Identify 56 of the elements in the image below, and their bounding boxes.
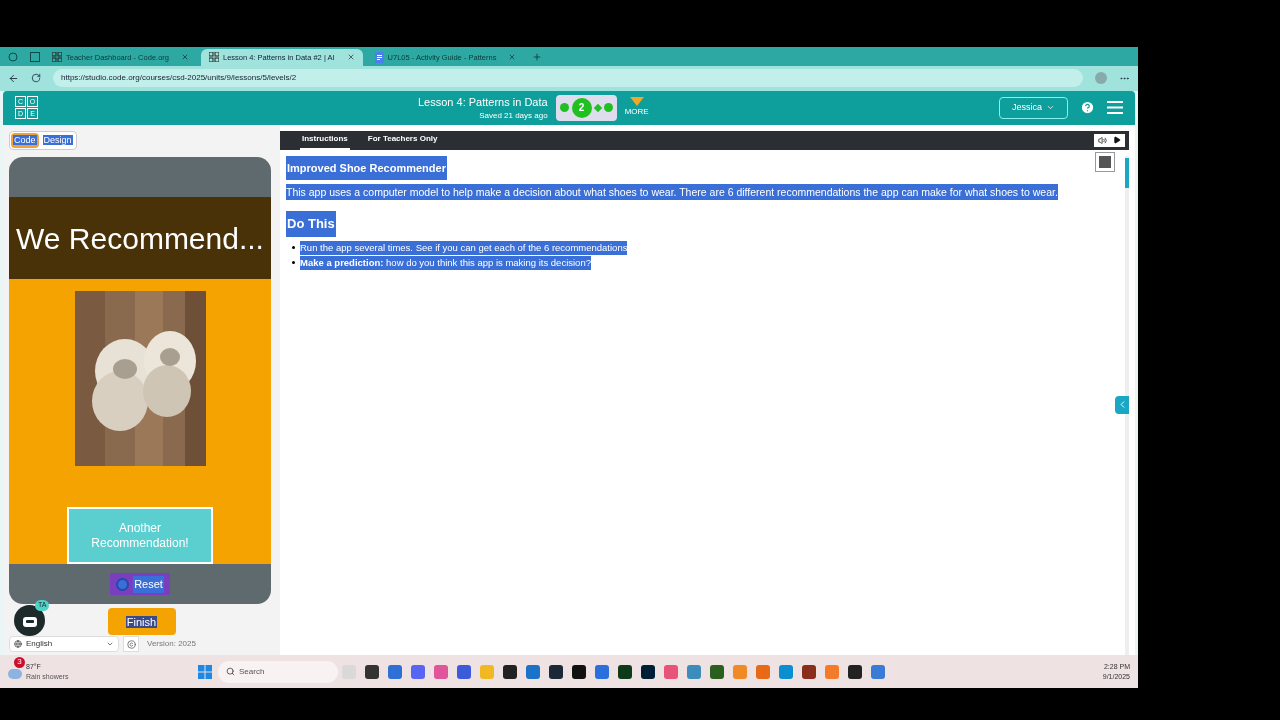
app-icon[interactable] [618, 664, 632, 679]
play-icon[interactable] [1113, 136, 1121, 145]
search-field[interactable]: Search [218, 660, 338, 683]
instructions-paragraph: This app uses a computer model to help make a decision about what shoes to wear. There are 6 different recommendations the app can make for what shoes to wear. [286, 184, 1058, 201]
user-menu-button[interactable]: Jessica [999, 96, 1068, 119]
app-icon[interactable] [365, 664, 379, 679]
language-select[interactable]: English [9, 636, 119, 653]
new-tab-icon[interactable] [532, 51, 543, 62]
windows-icon[interactable] [198, 664, 212, 679]
grid-icon [52, 52, 62, 63]
app-icon[interactable] [503, 664, 517, 679]
grid-icon [209, 52, 219, 63]
notification-badge: 3 [14, 656, 25, 668]
search-icon [226, 667, 235, 677]
scrollbar-thumb[interactable] [1125, 157, 1129, 188]
app-icon[interactable] [549, 664, 563, 679]
bullet-text: Run the app several times. See if you can get each of the 6 recommendations [300, 240, 628, 255]
copyright-icon[interactable] [126, 639, 136, 649]
instructions-heading: Improved Shoe Recommender [286, 155, 447, 181]
more-label[interactable]: MORE [624, 106, 649, 119]
menu-icon[interactable] [1107, 101, 1123, 115]
app-icon[interactable] [572, 664, 586, 679]
bullet-text: Make a prediction: how do you think this app is making its decision? [300, 255, 591, 270]
instructions-tab[interactable]: Instructions [300, 130, 350, 150]
ta-avatar[interactable] [14, 605, 45, 637]
back-icon[interactable] [8, 72, 19, 84]
finish-button[interactable]: Finish [107, 608, 176, 636]
instructions-tab[interactable]: For Teachers Only [365, 130, 440, 150]
speaker-icon[interactable] [1098, 135, 1107, 145]
close-icon[interactable] [508, 53, 517, 62]
app-icon[interactable] [710, 664, 724, 679]
reset-button[interactable]: Reset [110, 573, 170, 596]
app-title: We Recommend... [16, 221, 264, 255]
bullet-icon [292, 246, 295, 250]
saved-status: Saved 21 days ago [479, 110, 548, 123]
bullet-icon [292, 261, 295, 265]
current-level[interactable]: 2 [571, 97, 592, 118]
mode-toggle[interactable]: Code [11, 132, 39, 149]
reset-icon [116, 577, 130, 591]
app-icon[interactable] [848, 664, 862, 679]
help-icon[interactable] [1080, 100, 1095, 116]
workspaces-icon[interactable] [8, 51, 18, 62]
app-icon[interactable] [802, 664, 816, 679]
close-icon[interactable] [181, 53, 189, 62]
globe-icon [14, 640, 22, 649]
app-icon[interactable] [641, 664, 655, 679]
document-icon [374, 51, 384, 63]
version-label: Version: 2025 [147, 638, 196, 651]
qr-icon[interactable] [1095, 151, 1115, 172]
tab-actions-icon[interactable] [30, 51, 40, 62]
close-icon[interactable] [346, 53, 355, 62]
lesson-title: Lesson 4: Patterns in Data [418, 94, 548, 110]
audio-controls[interactable] [1094, 133, 1125, 147]
instructions-subheading: Do This [286, 211, 336, 237]
address-field[interactable]: https://studio.code.org/courses/csd-2025/units/9/lessons/5/levels/2 [53, 69, 1083, 88]
reload-icon[interactable] [31, 73, 41, 84]
